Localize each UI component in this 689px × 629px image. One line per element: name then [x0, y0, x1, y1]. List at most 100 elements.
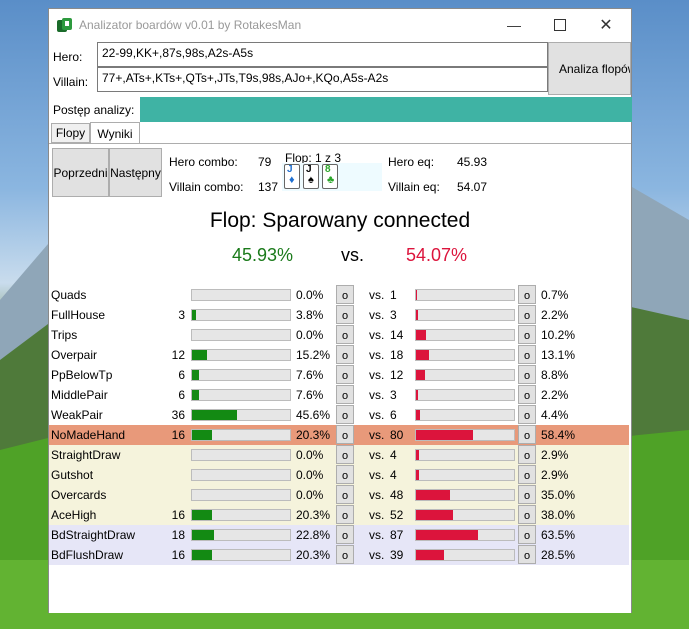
maximize-button[interactable] [537, 9, 583, 41]
villain-bar-fill [416, 450, 419, 460]
villain-pct: 2.9% [541, 468, 569, 482]
tab-flopy[interactable]: Flopy [51, 123, 90, 143]
tab-wyniki[interactable]: Wyniki [90, 122, 140, 144]
category-name: NoMadeHand [51, 428, 126, 442]
villain-bar [415, 529, 515, 541]
villain-bar-fill [416, 490, 450, 500]
hero-detail-button[interactable]: o [336, 405, 354, 424]
category-name: BdFlushDraw [51, 548, 124, 562]
category-name: PpBelowTp [51, 368, 113, 382]
villain-detail-button[interactable]: o [518, 545, 536, 564]
hero-bar-fill [192, 550, 212, 560]
hero-detail-button[interactable]: o [336, 385, 354, 404]
app-logo-icon [57, 18, 72, 32]
hero-bar [191, 349, 291, 361]
category-row: PpBelowTp 6 7.6% o vs. 12 o 8.8% [49, 365, 629, 385]
villain-eq-label: Villain eq: [388, 180, 440, 194]
category-row: BdFlushDraw 16 20.3% o vs. 39 o 28.5% [49, 545, 629, 565]
hero-count: 16 [171, 428, 185, 442]
villain-count: 4 [390, 468, 397, 482]
villain-detail-button[interactable]: o [518, 385, 536, 404]
hero-pct: 20.3% [296, 508, 331, 522]
villain-detail-button[interactable]: o [518, 465, 536, 484]
hero-detail-button[interactable]: o [336, 425, 354, 444]
vs-label: vs. [369, 488, 385, 502]
hero-detail-button[interactable]: o [336, 345, 354, 364]
villain-bar-fill [416, 370, 425, 380]
vs-label: vs. [369, 448, 385, 462]
villain-detail-button[interactable]: o [518, 285, 536, 304]
hero-range-input[interactable]: 22-99,KK+,87s,98s,A2s-A5s [97, 42, 548, 67]
category-row: Trips 0.0% o vs. 14 o 10.2% [49, 325, 629, 345]
vs-label: vs. [369, 328, 385, 342]
hero-pct: 20.3% [296, 428, 331, 442]
hero-bar [191, 509, 291, 521]
hero-detail-button[interactable]: o [336, 505, 354, 524]
villain-bar [415, 509, 515, 521]
hero-pct: 45.6% [296, 408, 331, 422]
villain-pct: 63.5% [541, 528, 576, 542]
villain-detail-button[interactable]: o [518, 325, 536, 344]
hero-pct: 0.0% [296, 468, 324, 482]
villain-count: 1 [390, 288, 397, 302]
villain-count: 6 [390, 408, 397, 422]
hero-count: 6 [178, 368, 185, 382]
vs-label: vs. [341, 245, 365, 265]
category-row: BdStraightDraw 18 22.8% o vs. 87 o 63.5% [49, 525, 629, 545]
hero-bar [191, 529, 291, 541]
category-name: Gutshot [51, 468, 94, 482]
hero-pct: 7.6% [296, 388, 324, 402]
hero-detail-button[interactable]: o [336, 285, 354, 304]
next-button[interactable]: Następny [109, 148, 162, 197]
hero-detail-button[interactable]: o [336, 305, 354, 324]
villain-bar [415, 429, 515, 441]
analyze-flops-button[interactable]: Analiza flopów [548, 42, 631, 95]
card-2: J ♠ [303, 164, 319, 189]
villain-detail-button[interactable]: o [518, 445, 536, 464]
vs-label: vs. [369, 288, 385, 302]
hero-pct: 3.8% [296, 308, 324, 322]
villain-detail-button[interactable]: o [518, 305, 536, 324]
villain-count: 39 [390, 548, 404, 562]
minimize-button[interactable]: — [491, 9, 537, 41]
category-row: Overcards 0.0% o vs. 48 o 35.0% [49, 485, 629, 505]
villain-bar [415, 289, 515, 301]
hero-detail-button[interactable]: o [336, 365, 354, 384]
villain-detail-button[interactable]: o [518, 525, 536, 544]
close-button[interactable]: ✕ [583, 9, 629, 41]
hero-count: 16 [171, 508, 185, 522]
vs-label: vs. [369, 528, 385, 542]
hero-detail-button[interactable]: o [336, 485, 354, 504]
villain-pct: 28.5% [541, 548, 576, 562]
hero-detail-button[interactable]: o [336, 325, 354, 344]
hero-detail-button[interactable]: o [336, 545, 354, 564]
window-title: Analizator boardów v0.01 by RotakesMan [79, 18, 302, 32]
vs-label: vs. [369, 468, 385, 482]
hero-bar [191, 449, 291, 461]
hero-bar-fill [192, 510, 212, 520]
previous-button[interactable]: Poprzedni [52, 148, 109, 197]
hero-bar [191, 489, 291, 501]
hero-count: 16 [171, 548, 185, 562]
hero-count: 36 [171, 408, 185, 422]
villain-label: Villain: [53, 75, 89, 89]
villain-detail-button[interactable]: o [518, 485, 536, 504]
villain-detail-button[interactable]: o [518, 365, 536, 384]
villain-range-input[interactable]: 77+,ATs+,KTs+,QTs+,JTs,T9s,98s,AJo+,KQo,… [97, 67, 548, 92]
villain-detail-button[interactable]: o [518, 505, 536, 524]
close-icon: ✕ [599, 17, 613, 34]
maximize-icon [554, 19, 566, 31]
hero-detail-button[interactable]: o [336, 465, 354, 484]
villain-combo-value: 137 [258, 180, 279, 194]
villain-pct: 2.9% [541, 448, 569, 462]
villain-bar-fill [416, 310, 418, 320]
villain-detail-button[interactable]: o [518, 425, 536, 444]
category-row: AceHigh 16 20.3% o vs. 52 o 38.0% [49, 505, 629, 525]
villain-detail-button[interactable]: o [518, 405, 536, 424]
hero-detail-button[interactable]: o [336, 525, 354, 544]
villain-bar-fill [416, 390, 418, 400]
hero-bar [191, 469, 291, 481]
villain-bar-fill [416, 530, 478, 540]
hero-detail-button[interactable]: o [336, 445, 354, 464]
villain-detail-button[interactable]: o [518, 345, 536, 364]
